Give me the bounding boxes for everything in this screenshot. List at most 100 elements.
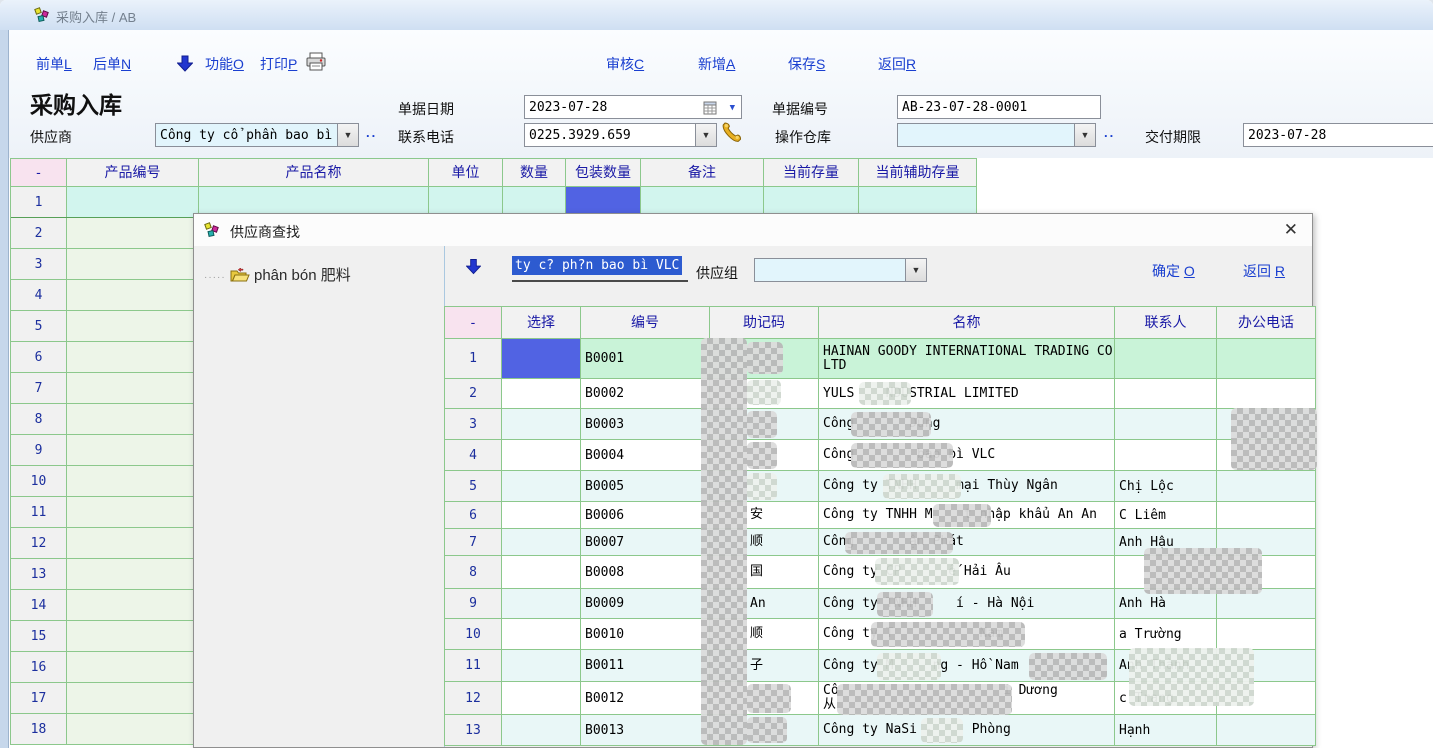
- supplier-contact-cell[interactable]: c Trang: [1115, 682, 1217, 714]
- main-grid-cell[interactable]: [67, 621, 199, 651]
- supplier-code-cell[interactable]: B0012: [581, 682, 710, 714]
- supplier-phone-cell[interactable]: [1217, 619, 1316, 649]
- supplier-code-cell[interactable]: B0009: [581, 589, 710, 618]
- supplier-name-cell[interactable]: Cô i Dương从: [819, 682, 1115, 714]
- supplier-select-cell[interactable]: [502, 471, 581, 501]
- main-grid-cell[interactable]: [67, 528, 199, 558]
- date-dropdown-arrow[interactable]: ▼: [730, 96, 735, 119]
- supplier-name-cell[interactable]: Công Dũng: [819, 409, 1115, 439]
- main-grid-cell[interactable]: [67, 187, 199, 217]
- supplier-name-cell[interactable]: Công bao bì VLC: [819, 440, 1115, 470]
- supplier-select-cell[interactable]: [502, 339, 581, 378]
- supplier-select-cell[interactable]: [502, 650, 581, 681]
- back-button[interactable]: 返回 R: [1243, 261, 1285, 281]
- supplier-select-cell[interactable]: [502, 502, 581, 528]
- main-grid-cell[interactable]: [67, 373, 199, 403]
- main-grid-cell[interactable]: [67, 497, 199, 527]
- main-grid-cell[interactable]: [67, 714, 199, 744]
- supplier-name-cell[interactable]: Công ty TNHH M t nhập khẩu An An: [819, 502, 1115, 528]
- toolbar-button-R[interactable]: 返回R: [878, 54, 916, 74]
- supplier-name-cell[interactable]: Công ty TNHH mại Thùy Ngân: [819, 471, 1115, 501]
- main-grid-cell[interactable]: [67, 249, 199, 279]
- supplier-phone-cell[interactable]: [1217, 682, 1316, 714]
- main-grid-cell[interactable]: [67, 342, 199, 372]
- supplier-row[interactable]: 8B0008国Công ty CP ế Hải Âu: [445, 556, 1316, 589]
- supplier-row[interactable]: 3B0003Công Dũng: [445, 409, 1316, 440]
- supplier-row[interactable]: 9B0009AnCông ty TNHH í - Hà NộiAnh Hà: [445, 589, 1316, 619]
- main-grid-cell[interactable]: [67, 466, 199, 496]
- supplier-row[interactable]: 10B0010顺Công ty T Nama Trường: [445, 619, 1316, 650]
- phone-combo-arrow[interactable]: ▼: [695, 123, 717, 147]
- supplier-name-cell[interactable]: Công ty CP ế Hải Âu: [819, 556, 1115, 588]
- supplier-contact-cell[interactable]: [1115, 379, 1217, 408]
- supplier-phone-cell[interactable]: [1217, 502, 1316, 528]
- warehouse-combo-arrow[interactable]: ▼: [1074, 123, 1096, 147]
- supplier-code-cell[interactable]: B0013: [581, 715, 710, 745]
- supplier-mnemonic-cell[interactable]: [710, 682, 819, 714]
- supplier-search-input[interactable]: ty c? ph?n bao bì VLC: [512, 256, 688, 282]
- supplier-name-cell[interactable]: Công ty TNHH í - Hà Nội: [819, 589, 1115, 618]
- supplier-row[interactable]: 6B0006安Công ty TNHH M t nhập khẩu An AnC…: [445, 502, 1316, 529]
- supplier-row[interactable]: 13B0013Công ty NaSi - PhòngHạnh: [445, 715, 1316, 746]
- supplier-mnemonic-cell[interactable]: An: [710, 589, 819, 618]
- toolbar-button-N[interactable]: 后单N: [93, 54, 131, 74]
- supplier-mnemonic-cell[interactable]: 顺: [710, 529, 819, 555]
- supplier-contact-cell[interactable]: Anh Hà: [1115, 589, 1217, 618]
- toolbar-button-S[interactable]: 保存S: [788, 54, 825, 74]
- supplier-contact-cell[interactable]: Anh Hậu: [1115, 529, 1217, 555]
- supplier-name-cell[interactable]: Công ty M ng - Hồ Nam: [819, 650, 1115, 681]
- calendar-icon[interactable]: [703, 100, 717, 119]
- supplier-group-combo-arrow[interactable]: ▼: [905, 258, 927, 282]
- supplier-row[interactable]: 1B0001HAINAN GOODY INTERNATIONAL TRADING…: [445, 339, 1316, 379]
- toolbar-button-C[interactable]: 审核C: [606, 54, 644, 74]
- supplier-name-cell[interactable]: Công ận Phát: [819, 529, 1115, 555]
- tree-node-phan-bon[interactable]: ····· phân bón 肥料: [204, 264, 351, 287]
- telephone-icon[interactable]: [721, 121, 741, 148]
- toolbar-button-A[interactable]: 新增A: [698, 54, 735, 74]
- supplier-name-cell[interactable]: YULS NDUSTRIAL LIMITED: [819, 379, 1115, 408]
- supplier-code-cell[interactable]: B0011: [581, 650, 710, 681]
- warehouse-combo[interactable]: [897, 123, 1075, 147]
- supplier-code-cell[interactable]: B0003: [581, 409, 710, 439]
- supplier-select-cell[interactable]: [502, 589, 581, 618]
- supplier-contact-cell[interactable]: a Trường: [1115, 619, 1217, 649]
- supplier-row[interactable]: 11B0011子Công ty M ng - Hồ NamAnh Thành: [445, 650, 1316, 682]
- main-grid-cell[interactable]: [67, 559, 199, 589]
- supplier-contact-cell[interactable]: Anh Thành: [1115, 650, 1217, 681]
- main-grid-cell[interactable]: [67, 311, 199, 341]
- supplier-phone-cell[interactable]: [1217, 529, 1316, 555]
- supplier-combo[interactable]: Công ty cổ phần bao bì V: [155, 123, 338, 147]
- supplier-contact-cell[interactable]: [1115, 339, 1217, 378]
- supplier-mnemonic-cell[interactable]: [710, 409, 819, 439]
- supplier-phone-cell[interactable]: [1217, 409, 1316, 439]
- supplier-group-combo[interactable]: [754, 258, 906, 282]
- main-grid-cell[interactable]: [67, 590, 199, 620]
- phone-combo[interactable]: 0225.3929.659: [524, 123, 696, 147]
- supplier-select-cell[interactable]: [502, 409, 581, 439]
- supplier-mnemonic-cell[interactable]: [710, 440, 819, 470]
- supplier-name-cell[interactable]: HAINAN GOODY INTERNATIONAL TRADING CO.LT…: [819, 339, 1115, 378]
- deadline-input[interactable]: 2023-07-28: [1243, 123, 1433, 147]
- supplier-contact-cell[interactable]: Hạnh: [1115, 715, 1217, 745]
- supplier-mnemonic-cell[interactable]: [710, 339, 819, 378]
- search-down-arrow-icon[interactable]: [466, 258, 481, 280]
- main-grid-cell[interactable]: [67, 280, 199, 310]
- supplier-code-cell[interactable]: B0005: [581, 471, 710, 501]
- toolbar-button-P[interactable]: 打印P: [260, 54, 297, 74]
- supplier-phone-cell[interactable]: [1217, 440, 1316, 470]
- supplier-contact-cell[interactable]: [1115, 409, 1217, 439]
- printer-icon[interactable]: [304, 51, 328, 78]
- supplier-code-cell[interactable]: B0002: [581, 379, 710, 408]
- supplier-select-cell[interactable]: [502, 440, 581, 470]
- supplier-row[interactable]: 12B0012Cô i Dương从c Trang: [445, 682, 1316, 715]
- doc-no-input[interactable]: AB-23-07-28-0001: [897, 95, 1101, 119]
- warehouse-browse-dots[interactable]: ..: [1104, 125, 1115, 140]
- supplier-row[interactable]: 7B0007顺Công ận PhátAnh Hậu: [445, 529, 1316, 556]
- supplier-row[interactable]: 5B0005Công ty TNHH mại Thùy NgânChị Lộc: [445, 471, 1316, 502]
- supplier-phone-cell[interactable]: [1217, 471, 1316, 501]
- main-grid-cell[interactable]: [67, 218, 199, 248]
- supplier-phone-cell[interactable]: [1217, 589, 1316, 618]
- supplier-select-cell[interactable]: [502, 619, 581, 649]
- supplier-mnemonic-cell[interactable]: [710, 715, 819, 745]
- supplier-select-cell[interactable]: [502, 529, 581, 555]
